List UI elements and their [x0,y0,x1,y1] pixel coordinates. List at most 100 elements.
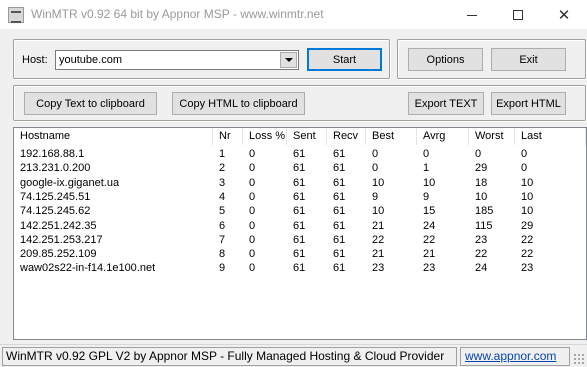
column-header-last[interactable]: Last [515,128,586,145]
cell-loss: 0 [249,205,256,218]
host-combobox[interactable] [55,50,299,70]
cell-avrg: 0 [423,148,430,160]
host-input[interactable] [56,51,280,69]
chevron-down-icon [284,58,293,62]
cell-last: 23 [521,262,534,275]
cell-worst: 0 [475,148,482,160]
column-header-best[interactable]: Best [366,128,417,145]
column-header-hostname[interactable]: Hostname [14,128,213,145]
cell-recv: 61 [333,205,346,218]
close-icon: ✕ [557,5,571,24]
results-table[interactable]: Hostname Nr Loss % Sent Recv Best Avrg W… [13,127,587,340]
cell-sent: 61 [293,205,306,218]
cell-best: 22 [372,233,385,246]
export-html-button[interactable]: Export HTML [491,92,566,115]
cell-hostname: waw02s22-in-f14.1e100.net [20,262,156,275]
cell-best: 10 [372,205,385,218]
table-header: Hostname Nr Loss % Sent Recv Best Avrg W… [14,128,586,145]
cell-last: 22 [521,233,534,246]
cell-loss: 0 [249,219,256,232]
cell-last: 0 [521,148,528,160]
cell-recv: 61 [333,262,346,275]
cell-sent: 61 [293,162,306,175]
cell-loss: 0 [249,248,256,261]
appnor-link[interactable]: www.appnor.com [465,349,556,363]
cell-sent: 61 [293,219,306,232]
cell-recv: 61 [333,219,346,232]
cell-worst: 23 [475,233,488,246]
cell-sent: 61 [293,190,306,203]
cell-avrg: 23 [423,262,436,275]
table-row[interactable]: 192.168.88.1 1 0 61 61 0 0 0 0 [14,147,586,161]
cell-worst: 115 [475,219,493,232]
start-button[interactable]: Start [307,48,382,71]
cell-nr: 1 [219,148,226,160]
copy-html-button[interactable]: Copy HTML to clipboard [172,92,305,115]
table-row[interactable]: 142.251.242.35 6 0 61 61 21 24 115 29 [14,219,586,233]
options-button[interactable]: Options [408,48,483,71]
cell-worst: 22 [475,248,488,261]
cell-best: 21 [372,248,385,261]
column-header-loss[interactable]: Loss % [243,128,287,145]
cell-sent: 61 [293,262,306,275]
cell-nr: 7 [219,233,226,246]
minimize-button[interactable] [449,0,495,30]
cell-worst: 18 [475,176,488,189]
cell-loss: 0 [249,190,256,203]
cell-loss: 0 [249,233,256,246]
status-bar: WinMTR v0.92 GPL V2 by Appnor MSP - Full… [0,344,587,367]
cell-nr: 8 [219,248,226,261]
cell-nr: 5 [219,205,226,218]
cell-nr: 6 [219,219,226,232]
table-row[interactable]: 142.251.253.217 7 0 61 61 22 22 23 22 [14,233,586,247]
column-header-nr[interactable]: Nr [213,128,243,145]
column-header-avrg[interactable]: Avrg [417,128,469,145]
table-row[interactable]: waw02s22-in-f14.1e100.net 9 0 61 61 23 23 24 23 [14,261,586,275]
cell-recv: 61 [333,148,346,160]
cell-nr: 4 [219,190,226,203]
table-row[interactable]: google-ix.giganet.ua 3 0 61 61 10 10 18 10 [14,176,586,190]
cell-best: 10 [372,176,385,189]
cell-hostname: 74.125.245.62 [20,205,91,218]
close-button[interactable]: ✕ [541,0,587,30]
cell-recv: 61 [333,176,346,189]
copy-text-button[interactable]: Copy Text to clipboard [24,92,157,115]
cell-sent: 61 [293,233,306,246]
cell-hostname: 209.85.252.109 [20,248,97,261]
export-text-button[interactable]: Export TEXT [408,92,484,115]
cell-best: 23 [372,262,385,275]
column-header-sent[interactable]: Sent [287,128,327,145]
cell-recv: 61 [333,233,346,246]
cell-avrg: 22 [423,233,436,246]
maximize-icon [513,10,523,20]
table-row[interactable]: 74.125.245.51 4 0 61 61 9 9 10 10 [14,190,586,204]
column-header-worst[interactable]: Worst [469,128,515,145]
cell-sent: 61 [293,176,306,189]
cell-loss: 0 [249,162,256,175]
maximize-button[interactable] [495,0,541,30]
title-bar: WinMTR v0.92 64 bit by Appnor MSP - www.… [0,0,587,30]
cell-nr: 3 [219,176,226,189]
cell-recv: 61 [333,248,346,261]
column-header-recv[interactable]: Recv [327,128,366,145]
cell-worst: 10 [475,190,488,203]
cell-avrg: 21 [423,248,436,261]
host-dropdown-button[interactable] [280,52,297,68]
host-label: Host: [22,54,48,66]
cell-avrg: 15 [423,205,436,218]
cell-avrg: 9 [423,190,430,203]
cell-loss: 0 [249,176,256,189]
table-row[interactable]: 209.85.252.109 8 0 61 61 21 21 22 22 [14,247,586,261]
cell-best: 0 [372,162,379,175]
cell-last: 10 [521,190,534,203]
cell-hostname: google-ix.giganet.ua [20,176,120,189]
cell-hostname: 192.168.88.1 [20,148,85,160]
exit-button[interactable]: Exit [491,48,566,71]
table-row[interactable]: 213.231.0.200 2 0 61 61 0 1 29 0 [14,161,586,175]
cell-hostname: 142.251.242.35 [20,219,97,232]
cell-last: 10 [521,205,534,218]
resize-grip-icon[interactable] [573,353,585,365]
cell-sent: 61 [293,148,306,160]
table-row[interactable]: 74.125.245.62 5 0 61 61 10 15 185 10 [14,204,586,218]
cell-last: 0 [521,162,528,175]
